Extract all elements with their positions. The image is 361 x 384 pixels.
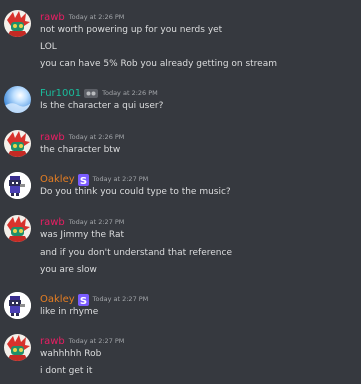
message-text: wahhhhh Rob [40,349,102,359]
message-text: i dont get it [40,366,93,376]
message-header: rawb Today at 2:26 PM [40,10,124,25]
message-header: Oakley S Today at 2:27 PM [40,292,148,307]
message-text: Do you think you could type to the music… [40,187,231,197]
message-header: rawb Today at 2:26 PM [40,130,124,145]
username[interactable]: Oakley [40,292,75,307]
avatar[interactable] [4,130,31,157]
purple-s-badge-icon: S [77,173,89,187]
message-text: like in rhyme [40,307,99,317]
timestamp: Today at 2:27 PM [92,295,149,303]
message-text: the character btw [40,145,121,155]
message-text: Is the character a qui user? [40,101,164,111]
message-text: and if you don't understand that referen… [40,248,232,258]
username[interactable]: Oakley [40,172,75,187]
purple-s-badge-icon: S [77,293,89,307]
username[interactable]: rawb [40,130,65,145]
avatar[interactable] [4,215,31,242]
red-character-avatar-icon [4,334,31,361]
avatar[interactable] [4,172,31,199]
username[interactable]: rawb [40,10,65,25]
message-text: was Jimmy the Rat [40,230,125,240]
message-text: not worth powering up for you nerds yet [40,25,223,35]
timestamp: Today at 2:27 PM [68,218,125,226]
timestamp: Today at 2:26 PM [102,89,158,97]
red-character-avatar-icon [4,130,31,157]
message-text: you are slow [40,265,97,275]
username[interactable]: rawb [40,215,65,230]
pixel-character-avatar-icon [4,172,31,199]
message-header: Fur1001 Today at 2:26 PM [40,86,158,101]
red-character-avatar-icon [4,215,31,242]
timestamp: Today at 2:27 PM [92,175,149,183]
avatar[interactable] [4,334,31,361]
chat-message-list: rawb Today at 2:26 PM not worth powering… [0,0,361,384]
username[interactable]: rawb [40,334,65,349]
avatar[interactable] [4,292,31,319]
timestamp: Today at 2:26 PM [68,13,125,21]
avatar[interactable] [4,10,31,37]
message-text: LOL [40,42,57,52]
message-header: rawb Today at 2:27 PM [40,215,124,230]
message-header: rawb Today at 2:27 PM [40,334,124,349]
message-header: Oakley S Today at 2:27 PM [40,172,148,187]
blue-sky-avatar-icon [4,86,31,113]
red-character-avatar-icon [4,10,31,37]
message-text: you can have 5% Rob you already getting … [40,59,278,69]
avatar[interactable] [4,86,31,113]
timestamp: Today at 2:27 PM [68,337,125,345]
timestamp: Today at 2:26 PM [68,133,125,141]
svg-text:S: S [80,176,87,186]
bot-badge-icon [84,89,99,98]
pixel-character-avatar-icon [4,292,31,319]
svg-text:S: S [80,296,87,306]
username[interactable]: Fur1001 [40,86,81,101]
